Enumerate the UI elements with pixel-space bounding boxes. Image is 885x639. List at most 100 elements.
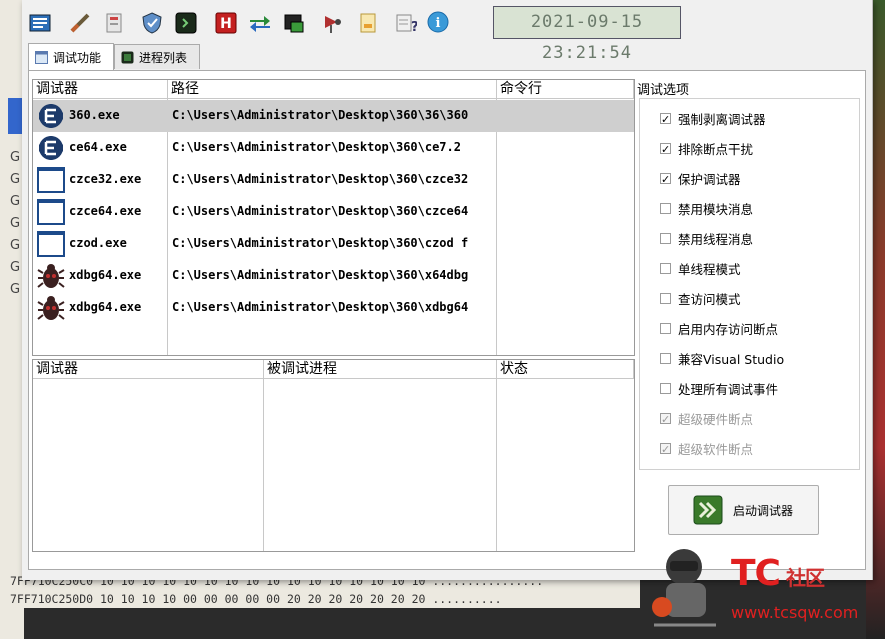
option-super-sw-breakpoint: ✓ 超级软件断点: [660, 439, 753, 457]
window-icon[interactable]: [282, 11, 306, 35]
checkbox[interactable]: ✓: [660, 142, 671, 155]
table-row[interactable]: czce64.exe C:\Users\Administrator\Deskto…: [33, 196, 634, 228]
tab-debug-functions[interactable]: 调试功能: [28, 43, 114, 70]
debugger-window: H ? i 2021-09-15 23:21:54 调试功能 进程列表: [22, 0, 873, 580]
debugger-path: C:\Users\Administrator\Desktop\360\36\36…: [172, 108, 469, 122]
checkbox: ✓: [660, 412, 671, 426]
table-row[interactable]: xdbg64.exe C:\Users\Administrator\Deskto…: [33, 292, 634, 324]
background-char: G: [10, 238, 21, 253]
checkbox: ✓: [660, 442, 671, 456]
debugger-name: ce64.exe: [69, 140, 127, 154]
option-super-hw-breakpoint: ✓ 超级硬件断点: [660, 409, 753, 427]
debugger-name: xdbg64.exe: [69, 268, 142, 282]
tab-process-list[interactable]: 进程列表: [114, 44, 200, 69]
settings-icon[interactable]: [28, 11, 52, 35]
option-label: 保护调试器: [678, 171, 741, 187]
column-header-path[interactable]: 路径: [168, 80, 497, 99]
option-access-mode[interactable]: 查访问模式: [660, 289, 741, 307]
option-disable-thread-msg[interactable]: 禁用线程消息: [660, 229, 753, 247]
background-app-strip: G G G G G G G: [0, 0, 24, 639]
option-visual-studio[interactable]: 兼容Visual Studio: [660, 349, 784, 367]
option-disable-module-msg[interactable]: 禁用模块消息: [660, 199, 753, 217]
antenna-icon[interactable]: [320, 11, 344, 35]
start-debugger-button[interactable]: 启动调试器: [668, 485, 819, 535]
clock-display: 2021-09-15 23:21:54: [493, 6, 681, 63]
background-char: G: [10, 282, 21, 297]
option-force-detach[interactable]: ✓ 强制剥离调试器: [660, 109, 766, 127]
option-label: 强制剥离调试器: [678, 111, 766, 127]
checkbox[interactable]: ✓: [660, 172, 671, 185]
window-icon: [37, 167, 65, 193]
debugger-name: czce32.exe: [69, 172, 142, 186]
column-header-status[interactable]: 状态: [497, 360, 634, 379]
debugger-name: czod.exe: [69, 236, 127, 250]
debugger-path: C:\Users\Administrator\Desktop\360\ce7.2: [172, 140, 461, 154]
background-char: G: [10, 150, 21, 165]
svg-text:i: i: [436, 16, 441, 31]
memory-icon[interactable]: [102, 11, 126, 35]
debug-functions-panel: 调试器 路径 命令行 360.exe C:\Users\Administrato…: [28, 70, 866, 570]
tab-label: 进程列表: [139, 50, 188, 65]
checkbox[interactable]: [660, 382, 671, 394]
option-label: 处理所有调试事件: [678, 381, 779, 397]
option-label: 查访问模式: [678, 291, 741, 307]
table-row[interactable]: xdbg64.exe C:\Users\Administrator\Deskto…: [33, 260, 634, 292]
option-label: 启用内存访问断点: [678, 321, 779, 337]
shield-icon[interactable]: [140, 11, 164, 35]
debugger-name: czce64.exe: [69, 204, 142, 218]
option-memory-breakpoint[interactable]: 启用内存访问断点: [660, 319, 778, 337]
debugger-table[interactable]: 调试器 路径 命令行 360.exe C:\Users\Administrato…: [32, 79, 635, 356]
syringe-icon[interactable]: [68, 11, 92, 35]
option-protect-debugger[interactable]: ✓ 保护调试器: [660, 169, 741, 187]
window-icon: [37, 199, 65, 225]
option-label: 超级软件断点: [678, 441, 754, 457]
brand-logo-text: TC: [731, 553, 781, 594]
checkbox[interactable]: [660, 322, 671, 334]
column-header-debugger[interactable]: 调试器: [33, 360, 264, 379]
h-icon[interactable]: H: [214, 11, 238, 35]
background-char: G: [10, 260, 21, 275]
help-icon[interactable]: ?: [394, 11, 418, 35]
column-header-cmdline[interactable]: 命令行: [497, 80, 634, 99]
table-row[interactable]: czce32.exe C:\Users\Administrator\Deskto…: [33, 164, 634, 196]
background-char: G: [10, 172, 21, 187]
terminal-icon: [121, 51, 134, 63]
info-icon[interactable]: i: [426, 11, 450, 35]
option-label: 单线程模式: [678, 261, 741, 277]
checkbox[interactable]: [660, 292, 671, 304]
window-icon: [37, 231, 65, 257]
column-header-debugger[interactable]: 调试器: [33, 80, 168, 99]
debugger-path: C:\Users\Administrator\Desktop\360\czod …: [172, 236, 469, 250]
option-label: 超级硬件断点: [678, 411, 754, 427]
checkbox[interactable]: [660, 232, 671, 244]
cheat-engine-icon: [39, 136, 63, 160]
checkbox[interactable]: [660, 202, 671, 214]
debugger-name: xdbg64.exe: [69, 300, 142, 314]
background-char: G: [10, 194, 21, 209]
terminal-icon[interactable]: [174, 11, 198, 35]
column-header-debugged-process[interactable]: 被调试进程: [264, 360, 497, 379]
debugger-path: C:\Users\Administrator\Desktop\360\xdbg6…: [172, 300, 469, 314]
option-exclude-breakpoint[interactable]: ✓ 排除断点干扰: [660, 139, 753, 157]
bug-icon: [37, 264, 65, 288]
debugger-path: C:\Users\Administrator\Desktop\360\czce3…: [172, 172, 469, 186]
option-label: 禁用模块消息: [678, 201, 754, 217]
debug-session-table[interactable]: 调试器 被调试进程 状态: [32, 359, 635, 552]
bug-icon: [37, 296, 65, 320]
cheat-engine-icon: [39, 104, 63, 128]
table-row[interactable]: czod.exe C:\Users\Administrator\Desktop\…: [33, 228, 634, 260]
table-row[interactable]: 360.exe C:\Users\Administrator\Desktop\3…: [33, 100, 634, 132]
checkbox[interactable]: [660, 262, 671, 274]
option-single-thread[interactable]: 单线程模式: [660, 259, 741, 277]
table-row[interactable]: ce64.exe C:\Users\Administrator\Desktop\…: [33, 132, 634, 164]
debugger-path: C:\Users\Administrator\Desktop\360\x64db…: [172, 268, 469, 282]
option-label: 排除断点干扰: [678, 141, 754, 157]
swap-icon[interactable]: [248, 11, 272, 35]
checkbox[interactable]: [660, 352, 671, 364]
document-icon[interactable]: [356, 11, 380, 35]
debugger-path: C:\Users\Administrator\Desktop\360\czce6…: [172, 204, 469, 218]
tab-label: 调试功能: [53, 50, 102, 65]
option-all-debug-events[interactable]: 处理所有调试事件: [660, 379, 778, 397]
checkbox[interactable]: ✓: [660, 112, 671, 125]
start-debugger-label: 启动调试器: [733, 503, 794, 518]
